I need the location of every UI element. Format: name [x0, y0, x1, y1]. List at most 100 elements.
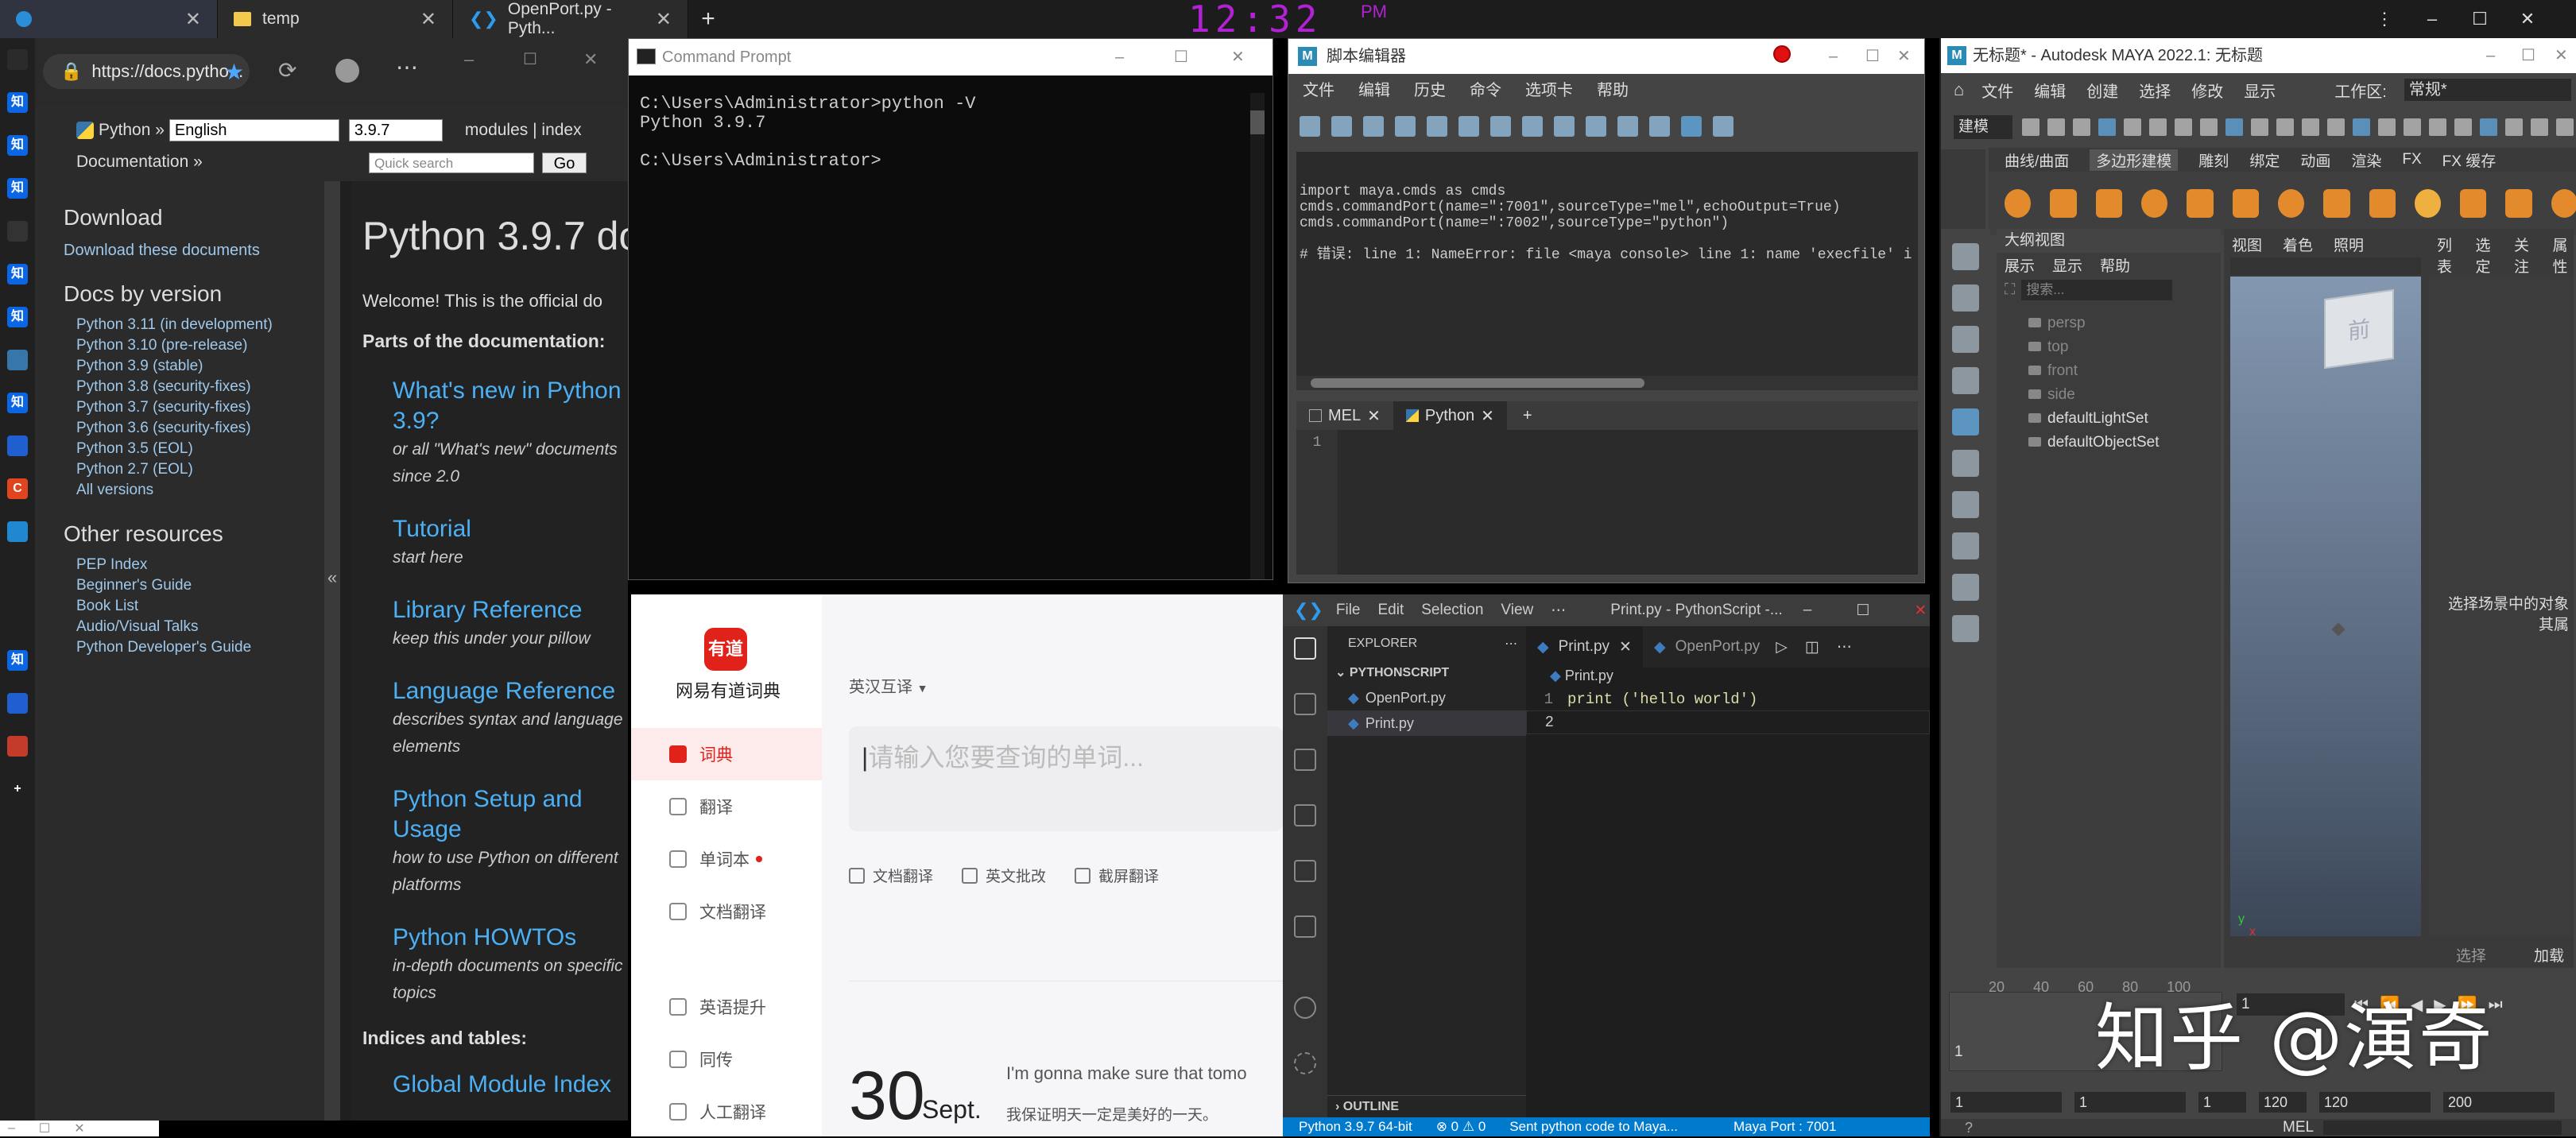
- script-editor-output[interactable]: import maya.cmds as cmds cmds.commandPor…: [1296, 152, 1918, 390]
- search-icon[interactable]: [1294, 693, 1316, 715]
- status-line-icon[interactable]: [2556, 118, 2574, 136]
- nav-item-3[interactable]: 文档翻译: [631, 885, 822, 938]
- status-line-icon[interactable]: [2276, 118, 2294, 136]
- menu-item[interactable]: 编辑: [2034, 79, 2066, 102]
- close-button[interactable]: ✕: [74, 1121, 84, 1136]
- status-line-icon[interactable]: [2404, 118, 2421, 136]
- side-tab[interactable]: [0, 424, 35, 467]
- doc-link[interactable]: Language Reference: [393, 676, 628, 706]
- source-control-icon[interactable]: [1294, 749, 1316, 771]
- nav-links[interactable]: modules | index: [465, 121, 582, 140]
- avatar[interactable]: [335, 59, 359, 83]
- filter-icon[interactable]: ⛶: [2005, 281, 2015, 299]
- side-tab[interactable]: C: [0, 467, 35, 510]
- doc-link[interactable]: Python HOWTOs: [393, 923, 628, 953]
- doc-link[interactable]: Library Reference: [393, 595, 628, 625]
- testing-icon[interactable]: [1294, 915, 1316, 938]
- shelf-icon[interactable]: [2277, 189, 2305, 218]
- channel-menu-item[interactable]: 属性: [2553, 234, 2574, 277]
- close-button[interactable]: ✕: [2504, 0, 2551, 38]
- help-icon[interactable]: ?: [1965, 1120, 1973, 1136]
- version-link[interactable]: Python 3.8 (security-fixes): [76, 377, 335, 397]
- side-tab[interactable]: +: [0, 768, 35, 811]
- outliner-item[interactable]: defaultLightSet: [2028, 407, 2221, 431]
- status-line-icon[interactable]: [2505, 118, 2523, 136]
- side-tab[interactable]: 知: [0, 253, 35, 296]
- doc-link[interactable]: What's new in Python 3.9?: [393, 376, 628, 436]
- toolbar-icon[interactable]: [1331, 116, 1352, 137]
- tool-icon[interactable]: [1952, 326, 1979, 353]
- outliner-menu-item[interactable]: 显示: [2052, 254, 2082, 276]
- workspace-select[interactable]: 常规*: [2404, 79, 2571, 101]
- outliner-item[interactable]: defaultObjectSet: [2028, 431, 2221, 455]
- viewport-menu-item[interactable]: 照明: [2334, 234, 2364, 255]
- version-link[interactable]: Python 3.10 (pre-release): [76, 335, 335, 356]
- shelf-icon[interactable]: [2232, 189, 2259, 218]
- side-tab[interactable]: [0, 682, 35, 725]
- action-2[interactable]: 截屏翻译: [1075, 865, 1159, 886]
- status-line-icon[interactable]: [2124, 118, 2141, 136]
- viewport-menu-item[interactable]: 视图: [2232, 234, 2262, 255]
- search-input[interactable]: |请输入您要查询的单词...: [849, 726, 1283, 831]
- doc-link[interactable]: Python Setup and Usage: [393, 784, 628, 845]
- menu-item[interactable]: 文件: [1981, 79, 2013, 102]
- code-line[interactable]: 2: [1526, 710, 1930, 734]
- status-line-icon[interactable]: [2098, 118, 2116, 136]
- range-field[interactable]: 1: [2074, 1092, 2186, 1113]
- status-line-icon[interactable]: [2480, 118, 2497, 136]
- close-button[interactable]: ✕: [1897, 39, 1911, 74]
- command-input[interactable]: [2323, 1121, 2562, 1135]
- status-line-icon[interactable]: [2200, 118, 2218, 136]
- side-tab[interactable]: 知: [0, 639, 35, 682]
- status-line-icon[interactable]: [2531, 118, 2548, 136]
- close-button[interactable]: ✕: [2555, 38, 2568, 73]
- tab-openport[interactable]: ❮❯ OpenPort.py - Pyth... ✕: [453, 0, 688, 38]
- channel-menu-item[interactable]: 关注: [2514, 234, 2535, 277]
- shelf-tab[interactable]: FX 缓存: [2442, 149, 2497, 171]
- maximize-button[interactable]: ☐: [39, 1121, 50, 1136]
- toolbar-icon[interactable]: [1490, 116, 1511, 137]
- nav-item-5[interactable]: 同传: [631, 1033, 822, 1086]
- star-icon[interactable]: ★: [224, 59, 244, 85]
- menu-item[interactable]: 历史: [1414, 77, 1446, 100]
- viewport-menu-item[interactable]: 着色: [2283, 234, 2313, 255]
- side-tab[interactable]: [0, 725, 35, 768]
- browser-tab-python-docs[interactable]: ✕: [0, 0, 218, 38]
- download-link[interactable]: Download these documents: [64, 240, 335, 261]
- shelf-icon[interactable]: [2187, 189, 2214, 218]
- shelf-icon[interactable]: [2140, 189, 2168, 218]
- side-tab[interactable]: [0, 38, 35, 81]
- status-line-icon[interactable]: [2175, 118, 2192, 136]
- menu-item[interactable]: File: [1336, 602, 1361, 619]
- version-select[interactable]: 3.9.7: [348, 119, 443, 141]
- shelf-tab[interactable]: 动画: [2300, 149, 2330, 171]
- resource-link[interactable]: Python Developer's Guide: [76, 637, 335, 658]
- tab-python[interactable]: Python ✕: [1393, 401, 1507, 430]
- python-interpreter[interactable]: Python 3.9.7 64-bit: [1299, 1117, 1412, 1136]
- status-line-icon[interactable]: [2251, 118, 2268, 136]
- close-button[interactable]: ✕: [583, 49, 598, 70]
- tool-icon[interactable]: [1952, 532, 1979, 559]
- outline-section[interactable]: › OUTLINE: [1327, 1095, 1526, 1117]
- toolbar-icon[interactable]: [1458, 116, 1479, 137]
- viewport-scene[interactable]: 前 y x: [2230, 277, 2421, 939]
- toolbar-icon[interactable]: [1300, 116, 1320, 137]
- menu-item[interactable]: View: [1501, 602, 1533, 619]
- shelf-icon[interactable]: [2460, 189, 2487, 218]
- close-icon[interactable]: ✕: [420, 8, 436, 31]
- home-icon[interactable]: ⌂: [1954, 79, 1964, 100]
- outliner-search[interactable]: 搜索...: [2021, 280, 2173, 300]
- tool-icon[interactable]: [1952, 574, 1979, 601]
- range-field[interactable]: 120: [2259, 1092, 2307, 1113]
- side-tab[interactable]: [0, 553, 35, 596]
- toolbar-icon[interactable]: [1617, 116, 1638, 137]
- version-link[interactable]: Python 3.6 (security-fixes): [76, 418, 335, 439]
- toolbar-icon[interactable]: [1395, 116, 1416, 137]
- resource-link[interactable]: Beginner's Guide: [76, 575, 335, 596]
- range-field[interactable]: 120: [2319, 1092, 2431, 1113]
- version-link[interactable]: Python 3.7 (security-fixes): [76, 397, 335, 418]
- side-tab[interactable]: [0, 339, 35, 381]
- shelf-tab[interactable]: FX: [2402, 151, 2421, 168]
- status-line-icon[interactable]: [2225, 118, 2243, 136]
- url-field[interactable]: 🔒 https://docs.pytho...: [43, 54, 250, 89]
